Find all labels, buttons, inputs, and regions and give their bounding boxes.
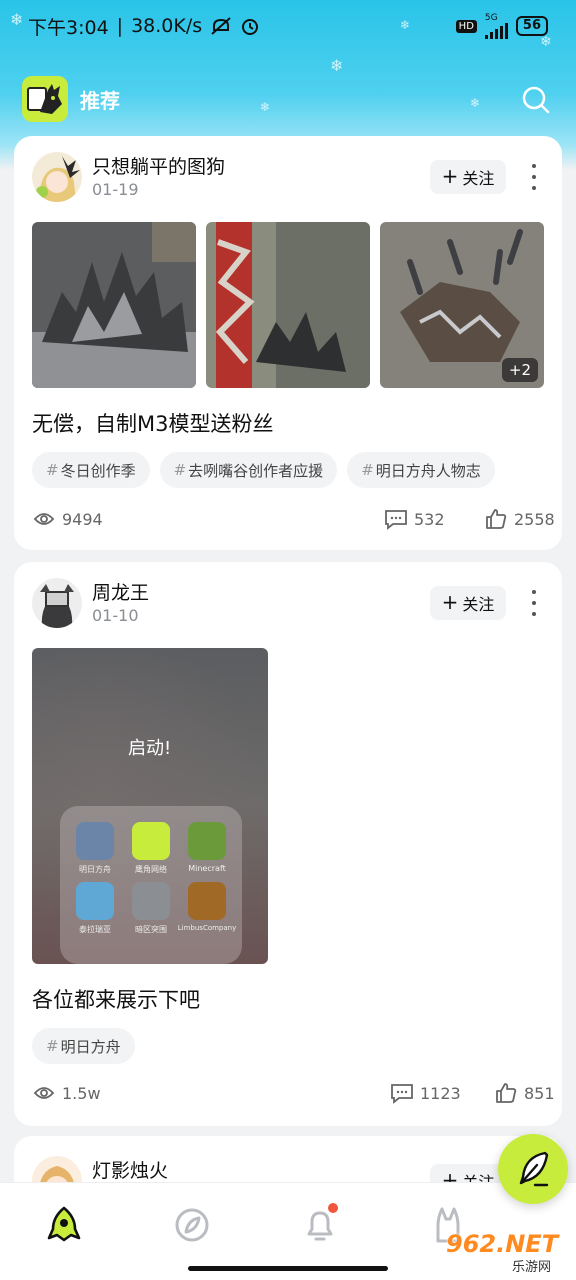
app-label: Minecraft <box>188 864 226 873</box>
watermark-logo: 962.NET 乐游网 <box>442 1230 570 1275</box>
topic-tag[interactable]: # 冬日创作季 <box>32 452 150 488</box>
post-image[interactable]: +2 <box>380 222 544 388</box>
tag-list: # 冬日创作季 # 去咧嘴谷创作者应援 # 明日方舟人物志 <box>32 452 495 488</box>
post-date: 01-19 <box>92 180 139 199</box>
comment-icon <box>391 1084 413 1104</box>
plus-icon: + <box>441 164 459 188</box>
mute-icon <box>211 17 231 35</box>
post-card[interactable]: 只想躺平的图狗 01-19 + 关注 +2 无偿，自制M3模型送粉丝 # 冬日创… <box>14 136 562 550</box>
app-label: LimbusCompany <box>177 924 237 932</box>
comment-button[interactable]: 1123 <box>390 1082 461 1104</box>
app-label: 暗区突围 <box>135 925 167 934</box>
post-image[interactable] <box>206 222 370 388</box>
compose-button[interactable] <box>498 1134 568 1204</box>
like-button[interactable]: 2558 <box>484 508 555 530</box>
nav-discover[interactable] <box>170 1203 214 1247</box>
follow-label: 关注 <box>462 169 495 188</box>
rocket-home-icon <box>47 1206 81 1242</box>
more-options-button[interactable] <box>526 590 542 616</box>
hd-badge: HD <box>455 19 477 33</box>
topic-tag[interactable]: # 去咧嘴谷创作者应援 <box>159 452 338 488</box>
comment-button[interactable]: 532 <box>384 508 445 530</box>
snowflake-decoration: ❄ <box>330 56 344 75</box>
view-icon <box>33 513 55 525</box>
app-icon <box>132 882 170 920</box>
status-time: 下午3:04 <box>28 16 109 39</box>
compass-icon <box>175 1208 209 1242</box>
like-button[interactable]: 851 <box>494 1082 555 1104</box>
dragon-logo-icon <box>27 84 62 114</box>
search-icon <box>522 86 550 114</box>
plus-icon: + <box>441 590 459 614</box>
thumbs-up-icon <box>496 1083 517 1103</box>
follow-label: 关注 <box>462 595 495 614</box>
topic-tag[interactable]: # 明日方舟人物志 <box>347 452 495 488</box>
image-caption: 启动! <box>128 738 172 759</box>
signal-icon <box>484 22 508 39</box>
view-count: 1.5w <box>32 1082 101 1104</box>
more-photos-badge: +2 <box>501 358 538 382</box>
author-name[interactable]: 只想躺平的图狗 <box>92 152 225 179</box>
network-type: 5G <box>484 12 498 23</box>
snowflake-decoration: ❄ <box>260 100 271 114</box>
view-count: 9494 <box>32 508 103 530</box>
status-bar: 下午3:04 | 38.0K/s HD 5G 56 <box>0 0 576 52</box>
post-title[interactable]: 各位都来展示下吧 <box>32 984 200 1014</box>
author-name[interactable]: 周龙王 <box>92 578 149 605</box>
app-label: 鹰角网络 <box>135 865 167 874</box>
battery-icon: 56 <box>515 16 548 36</box>
comment-icon <box>385 510 407 530</box>
follow-button[interactable]: + 关注 <box>430 160 506 194</box>
app-icon <box>188 822 226 860</box>
watermark-sub: 乐游网 <box>512 1256 552 1275</box>
home-indicator <box>188 1266 388 1271</box>
page-title[interactable]: 推荐 <box>80 85 120 114</box>
post-image[interactable] <box>32 222 196 388</box>
app-icon <box>132 822 170 860</box>
alarm-icon <box>242 19 259 35</box>
status-speed: 38.0K/s <box>131 15 203 37</box>
app-icon <box>76 882 114 920</box>
avatar[interactable] <box>32 578 82 628</box>
status-separator: | <box>116 15 124 37</box>
snowflake-decoration: ❄ <box>470 96 481 110</box>
app-label: 明日方舟 <box>79 865 111 874</box>
more-options-button[interactable] <box>526 164 542 190</box>
topic-tag[interactable]: # 明日方舟 <box>32 1028 135 1064</box>
app-folder: 明日方舟 鹰角网络 Minecraft 泰拉瑞亚 暗区突围 LimbusComp… <box>60 806 242 964</box>
post-stats: 9494 532 2558 <box>32 508 555 534</box>
post-card[interactable]: 周龙王 01-10 + 关注 启动! 明日方舟 鹰角网络 Minecraft 泰… <box>14 562 562 1126</box>
app-icon <box>76 822 114 860</box>
post-stats: 1.5w 1123 851 <box>32 1082 555 1108</box>
top-bar: 推荐 <box>22 76 120 122</box>
app-icon <box>188 882 226 920</box>
post-title[interactable]: 无偿，自制M3模型送粉丝 <box>32 408 273 438</box>
follow-button[interactable]: + 关注 <box>430 586 506 620</box>
author-name[interactable]: 灯影烛火 <box>92 1156 168 1183</box>
thumbs-up-icon <box>486 509 507 529</box>
search-button[interactable] <box>520 84 552 116</box>
app-logo[interactable] <box>22 76 68 122</box>
feather-pen-icon <box>519 1151 549 1187</box>
post-image[interactable]: 启动! 明日方舟 鹰角网络 Minecraft 泰拉瑞亚 暗区突围 Limbus… <box>32 648 268 964</box>
app-label: 泰拉瑞亚 <box>79 925 111 934</box>
view-icon <box>33 1087 55 1099</box>
nav-notifications[interactable] <box>298 1203 342 1247</box>
notification-dot <box>328 1203 338 1213</box>
avatar[interactable] <box>32 152 82 202</box>
watermark-brand: 962.NET <box>446 1230 559 1258</box>
tag-list: # 明日方舟 <box>32 1028 135 1064</box>
nav-home[interactable] <box>42 1203 86 1247</box>
post-date: 01-10 <box>92 606 139 625</box>
